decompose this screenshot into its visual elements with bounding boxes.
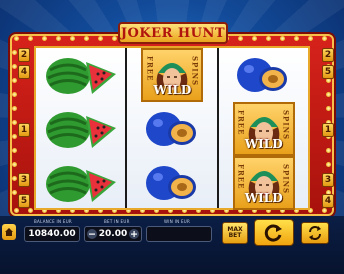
reels-window: FREE SPINS WILD FREE SPINS WILD FREE SPI… [34, 46, 310, 210]
spin-arrow-icon [264, 224, 282, 242]
payline-tab-left: 1 [18, 123, 30, 137]
payline-tab-right: 5 [322, 65, 334, 79]
balance-label: BALANCE IN EUR [34, 219, 72, 224]
spins-label: SPINS [190, 56, 200, 87]
reel-1 [36, 48, 128, 210]
plum-icon [145, 166, 196, 200]
wild-symbol: FREE SPINS WILD [219, 102, 308, 156]
wild-label: WILD [153, 83, 192, 97]
wild-symbol: FREE SPINS WILD [127, 48, 216, 102]
reel-2: FREE SPINS WILD [127, 48, 219, 210]
payline-tab-right: 3 [322, 173, 334, 187]
plum-icon [145, 112, 196, 146]
max-bet-line2: BET [228, 232, 242, 239]
payline-tab-left: 2 [18, 48, 30, 62]
plum-icon [237, 58, 288, 92]
home-icon [5, 228, 13, 236]
spins-label: SPINS [281, 110, 291, 141]
watermelon-symbol [36, 102, 125, 156]
game-title: JOKER HUNT [120, 25, 226, 41]
plum-symbol [127, 102, 216, 156]
watermelon-icon [45, 166, 116, 202]
free-label: FREE [236, 164, 246, 190]
plum-symbol [127, 156, 216, 210]
reel-3: FREE SPINS WILD FREE SPINS WILD [219, 48, 308, 210]
free-label: FREE [145, 56, 155, 82]
home-button[interactable] [2, 224, 16, 240]
plus-icon [131, 231, 137, 237]
spin-button[interactable] [254, 219, 294, 246]
free-label: FREE [236, 110, 246, 136]
plum-symbol [219, 48, 308, 102]
bet-control: 20.00 [84, 226, 142, 242]
watermelon-icon [45, 112, 116, 148]
autoplay-icon [309, 226, 321, 240]
bet-label: BET IN EUR [104, 219, 130, 224]
wild-card: FREE SPINS WILD [141, 48, 204, 102]
payline-tab-right: 2 [322, 48, 334, 62]
payline-tab-left: 3 [18, 173, 30, 187]
spins-label: SPINS [281, 164, 291, 195]
wild-card: FREE SPINS WILD [232, 102, 295, 156]
watermelon-symbol [36, 48, 125, 102]
payline-tab-right: 4 [322, 194, 334, 208]
game-title-plate: JOKER HUNT [118, 22, 228, 44]
payline-tab-left: 5 [18, 194, 30, 208]
watermelon-icon [45, 58, 116, 94]
bet-increase-button[interactable] [129, 229, 139, 239]
minus-icon [89, 233, 95, 235]
win-display [146, 226, 212, 242]
wild-label: WILD [244, 137, 283, 151]
autoplay-button[interactable] [301, 222, 329, 244]
watermelon-symbol [36, 156, 125, 210]
payline-tab-left: 4 [18, 65, 30, 79]
win-label: WIN IN EUR [164, 219, 191, 224]
wild-card: FREE SPINS WILD [232, 156, 295, 210]
balance-display: 10840.00 [24, 226, 80, 242]
max-bet-button[interactable]: MAX BET [222, 222, 248, 244]
wild-label: WILD [244, 191, 283, 205]
payline-tab-right: 1 [322, 123, 334, 137]
bet-value: 20.00 [98, 229, 128, 239]
bet-decrease-button[interactable] [87, 229, 97, 239]
wild-symbol: FREE SPINS WILD [219, 156, 308, 210]
